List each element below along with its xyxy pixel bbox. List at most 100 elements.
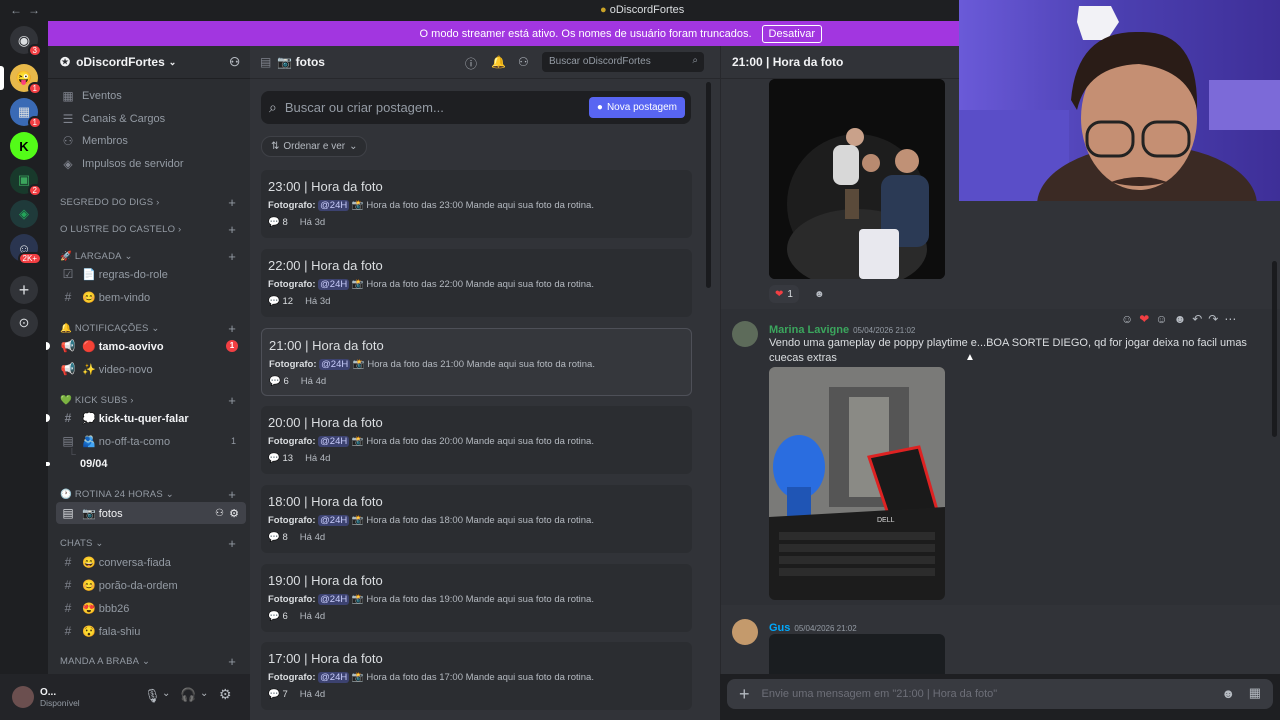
- category-lustre[interactable]: O LUSTRE DO CASTELO › +: [56, 218, 246, 240]
- reaction-avatar-icon[interactable]: ☺: [1155, 312, 1167, 326]
- post-description: 📸 Hora da foto das 23:00 Mande aqui sua …: [351, 200, 594, 211]
- reply-icon[interactable]: ↶: [1192, 312, 1202, 326]
- emoji-icon[interactable]: ☻: [1174, 312, 1187, 326]
- channel-tamo-aovivo[interactable]: 📢 🔴 tamo-aovivo 1: [46, 335, 246, 357]
- server-search-input[interactable]: Buscar oDiscordFortes ⌕: [542, 52, 704, 72]
- category-manda[interactable]: MANDA A BRABA ⌄ +: [56, 650, 246, 672]
- microphone-icon[interactable]: 🎙: [144, 688, 161, 704]
- avatar[interactable]: [12, 686, 34, 708]
- thread-0904[interactable]: └ 09/04: [46, 449, 246, 475]
- message-composer[interactable]: + Envie uma mensagem em "21:00 | Hora da…: [727, 679, 1273, 709]
- channel-fala-shiu[interactable]: # 😯 fala-shiu: [56, 620, 246, 642]
- forum-post[interactable]: 22:00 | Hora da foto Fotografo: @24H 📸 Ho…: [261, 249, 692, 317]
- heart-icon: ❤: [775, 288, 784, 300]
- bell-icon[interactable]: 🔔: [491, 55, 506, 69]
- server-icon-active[interactable]: 😜 1: [10, 64, 42, 95]
- heart-icon[interactable]: ❤: [1139, 312, 1149, 326]
- gear-icon[interactable]: ⚙: [229, 507, 239, 520]
- plus-icon[interactable]: +: [228, 321, 236, 336]
- plus-icon[interactable]: +: [228, 393, 236, 408]
- role-mention[interactable]: @24H: [318, 279, 350, 290]
- forum-post[interactable]: 18:00 | Hora da foto Fotografo: @24H 📸 Ho…: [261, 485, 692, 553]
- post-preview: Fotografo: @24H 📸 Hora da foto das 20:00…: [268, 436, 594, 447]
- plus-icon[interactable]: +: [228, 249, 236, 264]
- add-member-icon[interactable]: ⚇: [215, 508, 224, 519]
- channel-regras[interactable]: ☑ 📄 regras-do-role: [56, 263, 246, 285]
- info-icon[interactable]: ⓘ: [465, 55, 477, 72]
- channel-no-off-ta-como[interactable]: ▤ 🫂 no-off-ta-como 1: [56, 430, 246, 452]
- role-mention[interactable]: @24H: [318, 200, 350, 211]
- channel-porao-da-ordem[interactable]: # 😊 porão-da-ordem: [56, 574, 246, 596]
- channel-bbb26[interactable]: # 😍 bbb26: [56, 597, 246, 619]
- chat-bubble-icon: 💬: [269, 376, 281, 387]
- avatar[interactable]: [732, 321, 758, 347]
- reaction-avatar-icon[interactable]: ☺: [1121, 312, 1133, 326]
- forum-post[interactable]: 23:00 | Hora da foto Fotografo: @24H 📸 Ho…: [261, 170, 692, 238]
- home-button[interactable]: ◉ 3: [10, 26, 42, 57]
- forum-scrollbar[interactable]: [706, 82, 711, 288]
- chevron-down-icon[interactable]: ⌄: [162, 688, 170, 699]
- sidebar-item-events[interactable]: ▦ Eventos: [56, 85, 246, 107]
- post-search-input[interactable]: ⌕ Buscar ou criar postagem... ● Nova post…: [261, 91, 691, 124]
- headphones-icon[interactable]: 🎧: [180, 687, 196, 703]
- add-reaction-button[interactable]: ☻: [811, 285, 828, 303]
- channel-conversa-fiada[interactable]: # 😄 conversa-fiada: [56, 551, 246, 573]
- role-mention[interactable]: @24H: [319, 359, 351, 370]
- role-mention[interactable]: @24H: [318, 672, 350, 683]
- heart-reaction[interactable]: ❤ 1: [769, 285, 799, 303]
- plus-icon[interactable]: +: [228, 536, 236, 551]
- server-icon-4[interactable]: ▣ 2: [10, 166, 42, 197]
- new-post-button[interactable]: ● Nova postagem: [588, 97, 685, 118]
- more-icon[interactable]: ⋯: [1224, 312, 1236, 326]
- disable-streamer-button[interactable]: Desativar: [761, 24, 822, 43]
- gear-icon[interactable]: ⚙: [219, 686, 232, 703]
- kick-server-icon[interactable]: K: [10, 132, 38, 160]
- message-author[interactable]: Marina Lavigne: [769, 324, 849, 336]
- server-folder-icon[interactable]: ◈: [10, 200, 38, 228]
- forward-icon[interactable]: →: [28, 3, 40, 17]
- photo-attachment[interactable]: [769, 79, 945, 279]
- sidebar-item-boosts[interactable]: ◈ Impulsos de servidor: [56, 153, 246, 175]
- discover-button[interactable]: ⊙: [10, 309, 38, 337]
- server-icon-2[interactable]: ▦ 1: [10, 98, 42, 129]
- plus-icon[interactable]: +: [228, 487, 236, 502]
- channel-kick-tu-quer-falar[interactable]: # 💭 kick-tu-quer-falar: [46, 407, 246, 429]
- back-icon[interactable]: ←: [10, 3, 22, 17]
- sidebar-item-channels-roles[interactable]: ☰ Canais & Cargos: [56, 108, 246, 130]
- avatar[interactable]: [732, 619, 758, 645]
- post-search-placeholder: Buscar ou criar postagem...: [284, 100, 444, 115]
- chevron-down-icon[interactable]: ⌄: [200, 688, 208, 699]
- plus-icon[interactable]: +: [739, 684, 750, 705]
- role-mention[interactable]: @24H: [318, 594, 350, 605]
- plus-icon[interactable]: +: [228, 654, 236, 669]
- photo-attachment[interactable]: [769, 634, 945, 674]
- invite-icon[interactable]: ⚇: [229, 55, 240, 69]
- thread-scrollbar[interactable]: [1272, 261, 1277, 437]
- category-label: 🚀 LARGADA: [60, 250, 122, 262]
- emoji-icon[interactable]: ☻: [1221, 686, 1235, 701]
- forward-icon[interactable]: ↷: [1208, 312, 1218, 326]
- server-icon-6[interactable]: ☺ 2K+: [10, 234, 42, 265]
- forum-post[interactable]: 21:00 | Hora da foto Fotografo: @24H 📸 Ho…: [261, 328, 692, 396]
- add-server-button[interactable]: +: [10, 276, 38, 304]
- forum-post[interactable]: 20:00 | Hora da foto Fotografo: @24H 📸 Ho…: [261, 406, 692, 474]
- forum-post[interactable]: 17:00 | Hora da foto Fotografo: @24H 📸 Ho…: [261, 642, 692, 710]
- channel-bem-vindo[interactable]: # 😊 bem-vindo: [56, 286, 246, 308]
- channel-video-novo[interactable]: 📢 ✨ video-novo: [56, 358, 246, 380]
- user-info[interactable]: O... Disponível: [40, 687, 80, 708]
- channel-label: 09/04: [80, 458, 108, 470]
- sort-button[interactable]: ⇅ Ordenar e ver ⌄: [261, 136, 368, 157]
- role-mention[interactable]: @24H: [318, 515, 350, 526]
- role-mention[interactable]: @24H: [318, 436, 350, 447]
- members-icon[interactable]: ⚇: [518, 55, 529, 69]
- category-segredo[interactable]: SEGREDO DO DIGS › +: [56, 191, 246, 213]
- message-author[interactable]: Gus: [769, 622, 790, 634]
- plus-icon[interactable]: +: [228, 222, 236, 237]
- forum-post[interactable]: 19:00 | Hora da foto Fotografo: @24H 📸 Ho…: [261, 564, 692, 632]
- plus-icon[interactable]: +: [228, 195, 236, 210]
- channel-fotos[interactable]: ▤ 📷 fotos ⚇ ⚙: [56, 502, 246, 524]
- photo-attachment[interactable]: DELL: [769, 367, 945, 600]
- server-header[interactable]: ✪ oDiscordFortes ⌄ ⚇: [48, 46, 250, 79]
- sidebar-item-members[interactable]: ⚇ Membros: [56, 130, 246, 152]
- apps-icon[interactable]: ▦: [1249, 685, 1261, 701]
